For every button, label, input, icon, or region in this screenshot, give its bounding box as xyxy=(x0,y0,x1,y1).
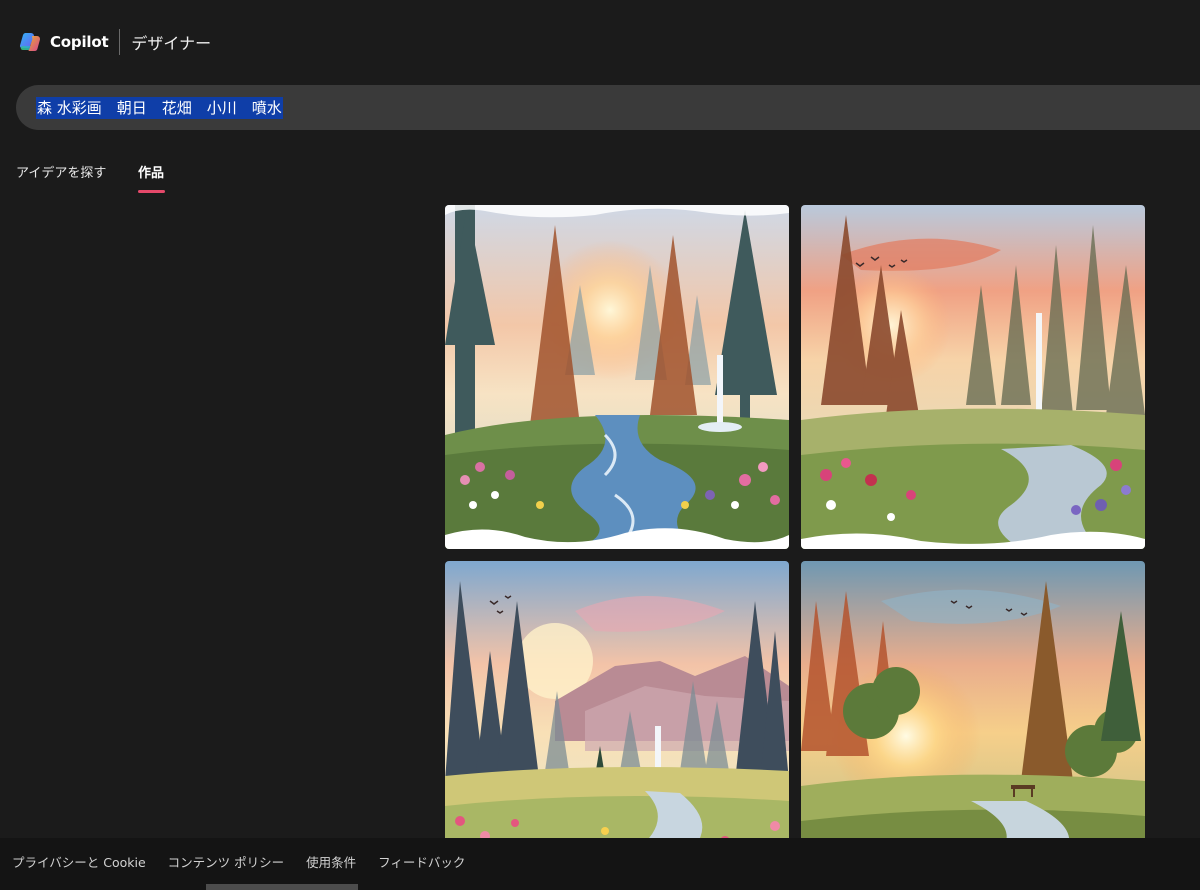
generated-image-1[interactable] xyxy=(445,205,789,549)
prompt-input[interactable]: 森 水彩画 朝日 花畑 小川 噴水 xyxy=(16,85,1200,130)
product-name: デザイナー xyxy=(131,34,212,53)
content-policy-link[interactable]: コンテンツ ポリシー xyxy=(168,852,284,871)
horizontal-scrollbar-thumb[interactable] xyxy=(206,884,358,890)
tab-creations[interactable]: 作品 xyxy=(138,162,165,193)
brand-divider xyxy=(119,29,121,55)
brand-name: Copilot xyxy=(50,33,109,51)
footer-links: プライバシーと Cookie コンテンツ ポリシー 使用条件 フィードバック xyxy=(12,852,465,871)
pine-forest-fountain-image xyxy=(801,205,1145,549)
tab-creations-label: 作品 xyxy=(138,166,165,181)
forest-stream-fountain-image xyxy=(445,205,789,549)
header: Copilot デザイナー xyxy=(0,0,1200,84)
copilot-logo-icon xyxy=(19,33,41,52)
terms-of-use-link[interactable]: 使用条件 xyxy=(306,852,356,871)
brand[interactable]: Copilot デザイナー xyxy=(18,29,211,55)
active-tab-indicator xyxy=(138,190,165,193)
tab-explore-ideas[interactable]: アイデアを探す xyxy=(16,162,106,186)
privacy-cookie-link[interactable]: プライバシーと Cookie xyxy=(12,852,146,871)
feedback-link[interactable]: フィードバック xyxy=(378,852,465,871)
prompt-text[interactable]: 森 水彩画 朝日 花畑 小川 噴水 xyxy=(36,97,283,119)
designer-page: Copilot デザイナー 森 水彩画 朝日 花畑 小川 噴水 アイデアを探す … xyxy=(0,0,1200,890)
footer: プライバシーと Cookie コンテンツ ポリシー 使用条件 フィードバック xyxy=(0,838,1200,890)
generated-image-2[interactable] xyxy=(801,205,1145,549)
